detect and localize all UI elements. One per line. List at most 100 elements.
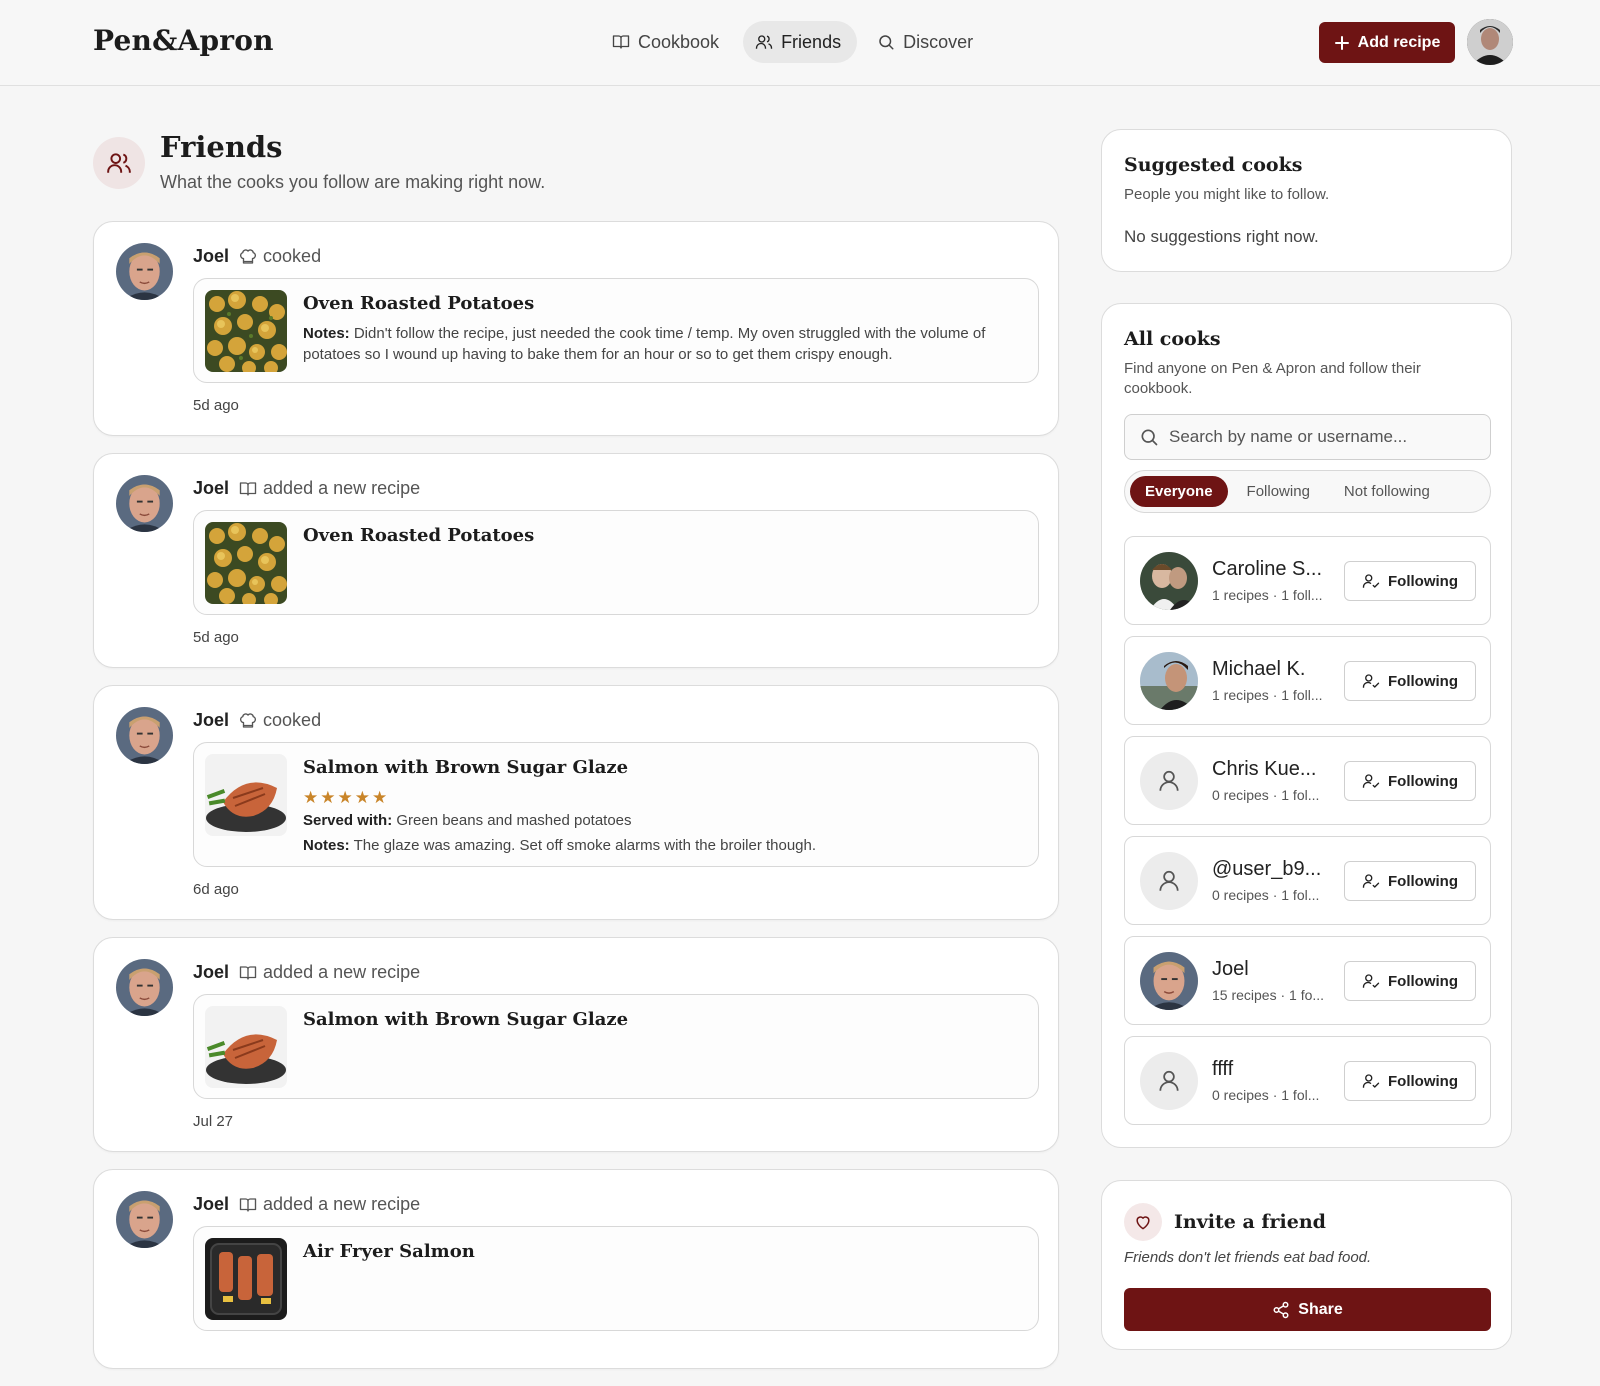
invite-subtitle: Friends don't let friends eat bad food. [1124,1249,1372,1266]
feed-user-name[interactable]: Joel [193,246,229,267]
suggested-subtitle: People you might like to follow. [1124,186,1330,203]
avatar[interactable] [116,707,173,764]
feed-user-name[interactable]: Joel [193,478,229,499]
recipe-title[interactable]: Oven Roasted Potatoes [303,525,534,546]
feed-user-name[interactable]: Joel [193,1194,229,1215]
heart-icon [1136,1216,1150,1230]
user-avatar[interactable] [1467,19,1513,65]
joel-avatar-image [116,959,173,1016]
user-check-icon [1362,874,1380,889]
cook-name: Chris Kue... [1212,758,1317,780]
joel-avatar-image [1140,952,1198,1010]
all-cooks-title: All cooks [1124,328,1221,350]
cook-row[interactable]: Joel 15 recipes · 1 fo... Following [1124,936,1491,1025]
app-logo[interactable]: Pen&Apron [93,24,274,57]
feed-timestamp: 5d ago [193,629,239,646]
search-input[interactable]: Search by name or username... [1124,414,1491,460]
cook-row[interactable]: Michael K. 1 recipes · 1 foll... Followi… [1124,636,1491,725]
feed-action: cooked [239,246,321,267]
joel-avatar-image [116,475,173,532]
avatar [1140,852,1198,910]
feed-action: added a new recipe [239,478,420,499]
page-title: Friends [160,130,283,164]
following-label: Following [1388,1072,1458,1090]
recipe-preview[interactable]: Air Fryer Salmon [193,1226,1039,1331]
nav-cookbook[interactable]: Cookbook [600,21,735,63]
cook-row[interactable]: ffff 0 recipes · 1 fol... Following [1124,1036,1491,1125]
filter-segmented-control: Everyone Following Not following [1124,470,1491,513]
nav-friends-label: Friends [781,31,842,52]
cook-row[interactable]: @user_b9... 0 recipes · 1 fol... Followi… [1124,836,1491,925]
recipe-preview[interactable]: Salmon with Brown Sugar Glaze [193,994,1039,1099]
notes-label: Notes: [303,837,350,854]
chef-hat-icon [240,712,257,728]
recipe-notes: Notes: The glaze was amazing. Set off sm… [303,835,1018,856]
nav-friends[interactable]: Friends [743,21,858,63]
recipe-served-with: Served with: Green beans and mashed pota… [303,810,1018,831]
cook-meta: 0 recipes · 1 fol... [1212,887,1320,903]
following-button[interactable]: Following [1344,561,1476,601]
share-button[interactable]: Share [1124,1288,1491,1331]
cook-row[interactable]: Caroline S... 1 recipes · 1 foll... Foll… [1124,536,1491,625]
suggested-cooks-panel: Suggested cooks People you might like to… [1101,129,1512,272]
feed-card: Joel cooked Oven Roasted Potatoes Notes:… [93,221,1059,436]
cook-row[interactable]: Chris Kue... 0 recipes · 1 fol... Follow… [1124,736,1491,825]
avatar [1140,952,1198,1010]
feed-card: Joel added a new recipe Air Fryer Salmon [93,1169,1059,1369]
feed-action: added a new recipe [239,962,420,983]
avatar[interactable] [116,1191,173,1248]
caroline-avatar-image [1140,552,1198,610]
feed-action-label: added a new recipe [263,962,421,982]
following-button[interactable]: Following [1344,761,1476,801]
recipe-preview[interactable]: Salmon with Brown Sugar Glaze ★★★★★ Serv… [193,742,1039,867]
following-button[interactable]: Following [1344,661,1476,701]
following-button[interactable]: Following [1344,861,1476,901]
following-button[interactable]: Following [1344,1061,1476,1101]
cook-name: Caroline S... [1212,558,1323,580]
nav-cookbook-label: Cookbook [638,31,720,52]
search-placeholder: Search by name or username... [1169,427,1408,446]
user-check-icon [1362,1074,1380,1089]
following-button[interactable]: Following [1344,961,1476,1001]
recipe-thumbnail [205,754,287,836]
feed-timestamp: 6d ago [193,881,239,898]
heart-icon-badge [1124,1203,1162,1241]
avatar [1140,1052,1198,1110]
recipe-preview[interactable]: Oven Roasted Potatoes [193,510,1039,615]
feed-user-name[interactable]: Joel [193,710,229,731]
following-label: Following [1388,672,1458,690]
feed-action: cooked [239,710,321,731]
served-label: Served with: [303,812,393,829]
filter-following[interactable]: Following [1232,476,1325,507]
nav-discover[interactable]: Discover [865,21,989,63]
add-recipe-button[interactable]: Add recipe [1319,22,1455,63]
avatar[interactable] [116,475,173,532]
friends-page-icon [93,137,145,189]
joel-avatar-image [116,243,173,300]
share-icon [1273,1301,1289,1318]
all-cooks-subtitle: Find anyone on Pen & Apron and follow th… [1124,360,1421,397]
recipe-title[interactable]: Oven Roasted Potatoes [303,293,534,314]
filter-not-following[interactable]: Not following [1329,476,1445,507]
joel-avatar-image [116,1191,173,1248]
user-check-icon [1362,774,1380,789]
recipe-preview[interactable]: Oven Roasted Potatoes Notes: Didn't foll… [193,278,1039,383]
recipe-title[interactable]: Air Fryer Salmon [303,1241,475,1262]
recipe-title[interactable]: Salmon with Brown Sugar Glaze [303,757,628,778]
invite-title: Invite a friend [1174,1211,1326,1233]
users-icon [755,35,773,50]
recipe-title[interactable]: Salmon with Brown Sugar Glaze [303,1009,628,1030]
avatar[interactable] [116,243,173,300]
recipe-thumbnail [205,1006,287,1088]
add-recipe-label: Add recipe [1357,33,1441,51]
avatar[interactable] [116,959,173,1016]
filter-everyone[interactable]: Everyone [1130,476,1228,507]
feed-card-header: Joel added a new recipe [193,478,420,499]
cook-name: Joel [1212,958,1249,980]
cook-name: @user_b9... [1212,858,1322,880]
book-icon [239,965,257,980]
avatar [1140,652,1198,710]
main-nav: Cookbook Friends Discover [600,21,989,63]
feed-card-header: Joel added a new recipe [193,1194,420,1215]
feed-user-name[interactable]: Joel [193,962,229,983]
